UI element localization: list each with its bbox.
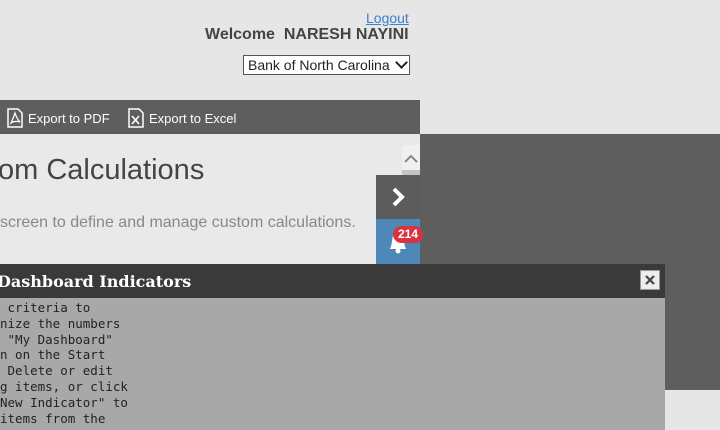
dialog-text-line: items from the [0,410,106,426]
bank-select[interactable]: Bank of North Carolina [243,55,410,75]
page-description: screen to define and manage custom calcu… [0,214,356,231]
export-pdf-button[interactable]: Export to PDF [6,108,110,128]
notifications-button[interactable]: 214 [376,219,423,265]
export-excel-label: Export to Excel [149,110,237,126]
notification-count-badge: 214 [393,226,423,243]
content-area: om Calculations screen to define and man… [0,134,420,274]
dialog-text-line: n on the Start [0,347,106,363]
scrollbar[interactable] [402,145,420,175]
page-title: om Calculations [0,154,205,186]
page-background [665,390,720,430]
dialog-text-line: "My Dashboard" [0,331,113,347]
dialog-text-line: criteria to [0,300,91,315]
chevron-down-icon [395,56,408,69]
toolbar: Export to PDF Export to Excel [0,100,420,134]
dialog-header: Dashboard Indicators [0,264,665,298]
dialog-text-line: g items, or click [0,378,128,394]
scroll-up-icon[interactable] [402,145,420,175]
chevron-right-icon [392,187,405,207]
dialog-text-line: New Indicator" to [0,394,128,410]
export-pdf-label: Export to PDF [28,110,110,126]
export-excel-button[interactable]: Export to Excel [127,108,236,128]
dialog-title: Dashboard Indicators [0,272,192,291]
dialog-text-line: nize the numbers [0,315,121,331]
excel-icon [128,108,144,128]
welcome-text: Welcome NARESH NAYINI [205,26,409,43]
bank-select-value: Bank of North Carolina [248,57,390,73]
dialog-body: criteria to nize the numbers "My Dashboa… [0,298,665,430]
dialog-help-text: criteria to nize the numbers "My Dashboa… [0,300,130,426]
pdf-icon [7,108,23,128]
close-icon [645,275,655,285]
logout-link[interactable]: Logout [366,10,409,26]
dialog-text-line: Delete or edit [0,363,113,379]
expand-panel-button[interactable] [376,175,420,219]
close-button[interactable] [640,270,660,290]
